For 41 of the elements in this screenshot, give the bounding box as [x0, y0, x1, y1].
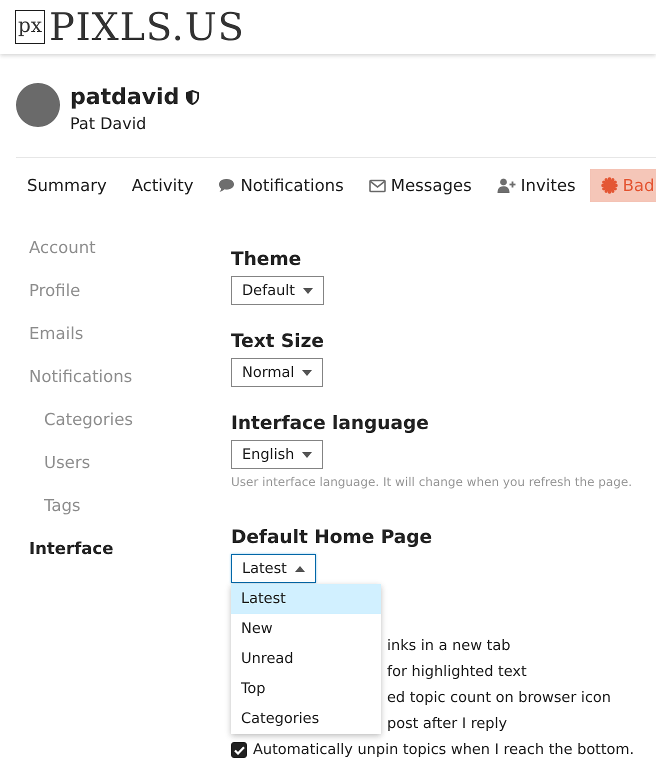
- setting-hint: User interface language. It will change when you refresh the page.: [231, 475, 634, 489]
- checkbox-label: ed topic count on browser icon: [387, 690, 611, 706]
- checkbox-label: inks in a new tab: [387, 638, 510, 654]
- caret-icon: [302, 288, 313, 294]
- shield-icon: [185, 89, 200, 106]
- nav-tab[interactable]: Activity: [120, 169, 204, 202]
- avatar: [16, 83, 60, 127]
- logo-mark[interactable]: px: [15, 10, 46, 44]
- logo-text[interactable]: PIXLS.US: [49, 8, 245, 46]
- dropdown-option[interactable]: Top: [231, 674, 381, 704]
- setting-heading: Text Size: [231, 331, 325, 352]
- caret-icon: [302, 452, 312, 458]
- caret-icon: [302, 370, 312, 376]
- dropdown-option[interactable]: New: [231, 614, 381, 644]
- dropdown-option[interactable]: Latest: [231, 584, 381, 614]
- checkbox[interactable]: [231, 742, 247, 758]
- dropdown-select[interactable]: Latest: [231, 554, 316, 583]
- checkbox-label: Automatically unpin topics when I reach the bottom.: [253, 742, 634, 758]
- nav-tab[interactable]: Messages: [358, 169, 483, 202]
- dropdown-option[interactable]: Categories: [231, 704, 381, 734]
- setting-heading: Interface language: [231, 413, 430, 434]
- envelope-icon: [368, 178, 386, 192]
- caret-icon: [294, 566, 305, 572]
- sidebar-item[interactable]: Interface: [29, 539, 114, 559]
- dropdown-option[interactable]: Unread: [231, 644, 381, 674]
- dropdown-select[interactable]: Normal: [231, 358, 324, 387]
- checkmark-icon: [234, 746, 244, 754]
- nav-tab[interactable]: Summary: [16, 169, 118, 202]
- user-plus-icon: [496, 178, 516, 193]
- setting-heading: Theme: [231, 249, 302, 270]
- badge-icon: [600, 177, 618, 194]
- nav-tab[interactable]: Invites: [486, 169, 587, 202]
- speech-bubble-icon: [218, 178, 236, 193]
- dropdown-select[interactable]: Default: [231, 276, 324, 305]
- nav-tab[interactable]: Notifications: [207, 169, 355, 202]
- username: patdavid: [70, 85, 180, 110]
- dropdown-select[interactable]: English: [231, 440, 324, 469]
- checkbox-label: post after I reply: [387, 716, 508, 732]
- checkbox-label: for highlighted text: [387, 664, 527, 680]
- full-name: Pat David: [70, 114, 148, 133]
- setting-heading: Default Home Page: [231, 527, 434, 548]
